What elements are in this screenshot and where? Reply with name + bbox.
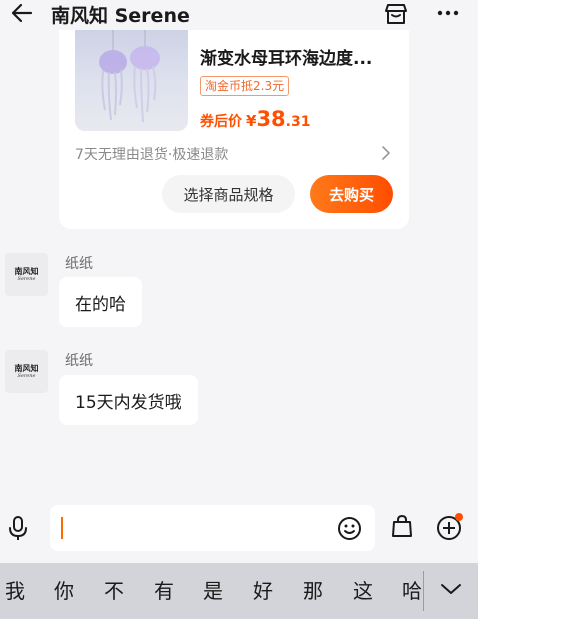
chevron-down-icon[interactable]	[439, 579, 463, 599]
avatar[interactable]: 南风知 Serene	[5, 253, 48, 296]
price-row: 券后价 ¥38.31	[200, 107, 310, 131]
sender-name: 纸纸	[65, 256, 93, 272]
avatar[interactable]: 南风知 Serene	[5, 350, 48, 393]
message-input-bar	[0, 500, 478, 556]
divider	[423, 571, 424, 611]
mic-icon[interactable]	[7, 515, 29, 541]
chat-screen: 南风知 Serene 渐变水母耳环海边度... 淘金币抵2.3元 券后价 ¥38…	[0, 0, 478, 619]
candidate-word[interactable]: 那	[303, 580, 323, 602]
price-integer: 38	[256, 107, 286, 131]
chat-header: 南风知 Serene	[0, 0, 478, 30]
message-bubble[interactable]: 在的哈	[59, 277, 142, 327]
avatar-logo-text: 南风知	[14, 363, 39, 373]
candidate-word[interactable]: 好	[253, 580, 273, 602]
shopping-bag-icon[interactable]	[390, 513, 414, 539]
coin-discount-badge: 淘金币抵2.3元	[200, 76, 290, 96]
avatar-logo-subtext: Serene	[17, 373, 36, 379]
keyboard-candidate-bar: 我 你 不 有 是 好 那 这 哈	[0, 563, 478, 619]
shop-icon[interactable]	[383, 1, 409, 27]
chevron-right-icon[interactable]	[379, 145, 393, 161]
arrow-left-icon[interactable]	[10, 2, 34, 24]
buy-button[interactable]: 去购买	[310, 175, 393, 213]
return-policy-text[interactable]: 7天无理由退货·极速退款	[75, 144, 228, 164]
page-title: 南风知 Serene	[51, 5, 190, 27]
candidate-word[interactable]: 不	[104, 580, 124, 602]
emoji-icon[interactable]	[337, 516, 362, 541]
text-caret	[61, 517, 63, 539]
jellyfish-earring-image	[99, 30, 160, 123]
avatar-logo-text: 南风知	[14, 266, 39, 276]
candidate-word[interactable]: 是	[203, 580, 223, 602]
price-decimal: .31	[285, 114, 311, 130]
candidate-word[interactable]: 你	[54, 580, 74, 602]
candidate-word[interactable]: 我	[5, 580, 25, 602]
blank-area	[478, 0, 569, 619]
candidate-word[interactable]: 这	[353, 580, 373, 602]
price-label: 券后价	[200, 114, 242, 130]
sender-name: 纸纸	[65, 353, 93, 369]
product-card[interactable]: 渐变水母耳环海边度... 淘金币抵2.3元 券后价 ¥38.31 7天无理由退货·…	[59, 30, 409, 229]
message-bubble[interactable]: 15天内发货哦	[59, 375, 198, 425]
select-spec-button[interactable]: 选择商品规格	[162, 175, 295, 213]
price-symbol: ¥	[246, 112, 257, 130]
product-image[interactable]	[75, 30, 188, 131]
notification-dot	[455, 513, 463, 521]
candidate-word[interactable]: 有	[154, 580, 174, 602]
message-input[interactable]	[50, 505, 375, 551]
avatar-logo-subtext: Serene	[17, 276, 36, 282]
more-icon[interactable]	[436, 3, 460, 23]
product-name[interactable]: 渐变水母耳环海边度...	[200, 44, 400, 69]
plus-circle-icon[interactable]	[435, 512, 465, 542]
candidate-word[interactable]: 哈	[402, 580, 422, 602]
